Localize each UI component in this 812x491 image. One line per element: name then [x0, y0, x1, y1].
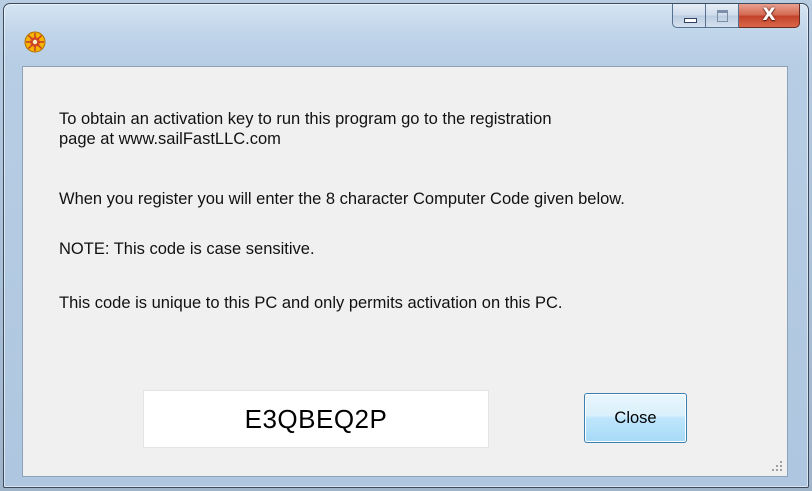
uniqueness-line: This code is unique to this PC and only … [59, 294, 563, 312]
note-line: NOTE: This code is case sensitive. [59, 240, 315, 258]
minimize-icon [684, 18, 697, 23]
instruction-line-1: To obtain an activation key to run this … [59, 110, 552, 128]
dialog-body: To obtain an activation key to run this … [22, 66, 788, 477]
minimize-button[interactable] [672, 4, 706, 28]
caption-buttons: X [672, 4, 800, 30]
app-icon [24, 31, 46, 53]
close-button[interactable]: Close [584, 393, 687, 443]
instruction-line-2: page at www.sailFastLLC.com [59, 130, 281, 148]
computer-code-field[interactable]: E3QBEQ2P [143, 390, 489, 448]
instruction-line-3: When you register you will enter the 8 c… [59, 190, 625, 208]
resize-grip-icon[interactable] [771, 460, 783, 472]
maximize-icon [717, 10, 728, 22]
window-close-button[interactable]: X [739, 4, 800, 28]
activation-dialog: X To obtain an activation key to run thi… [3, 3, 809, 488]
close-icon: X [762, 5, 776, 25]
title-bar[interactable]: X [4, 4, 808, 66]
maximize-button[interactable] [706, 4, 739, 28]
